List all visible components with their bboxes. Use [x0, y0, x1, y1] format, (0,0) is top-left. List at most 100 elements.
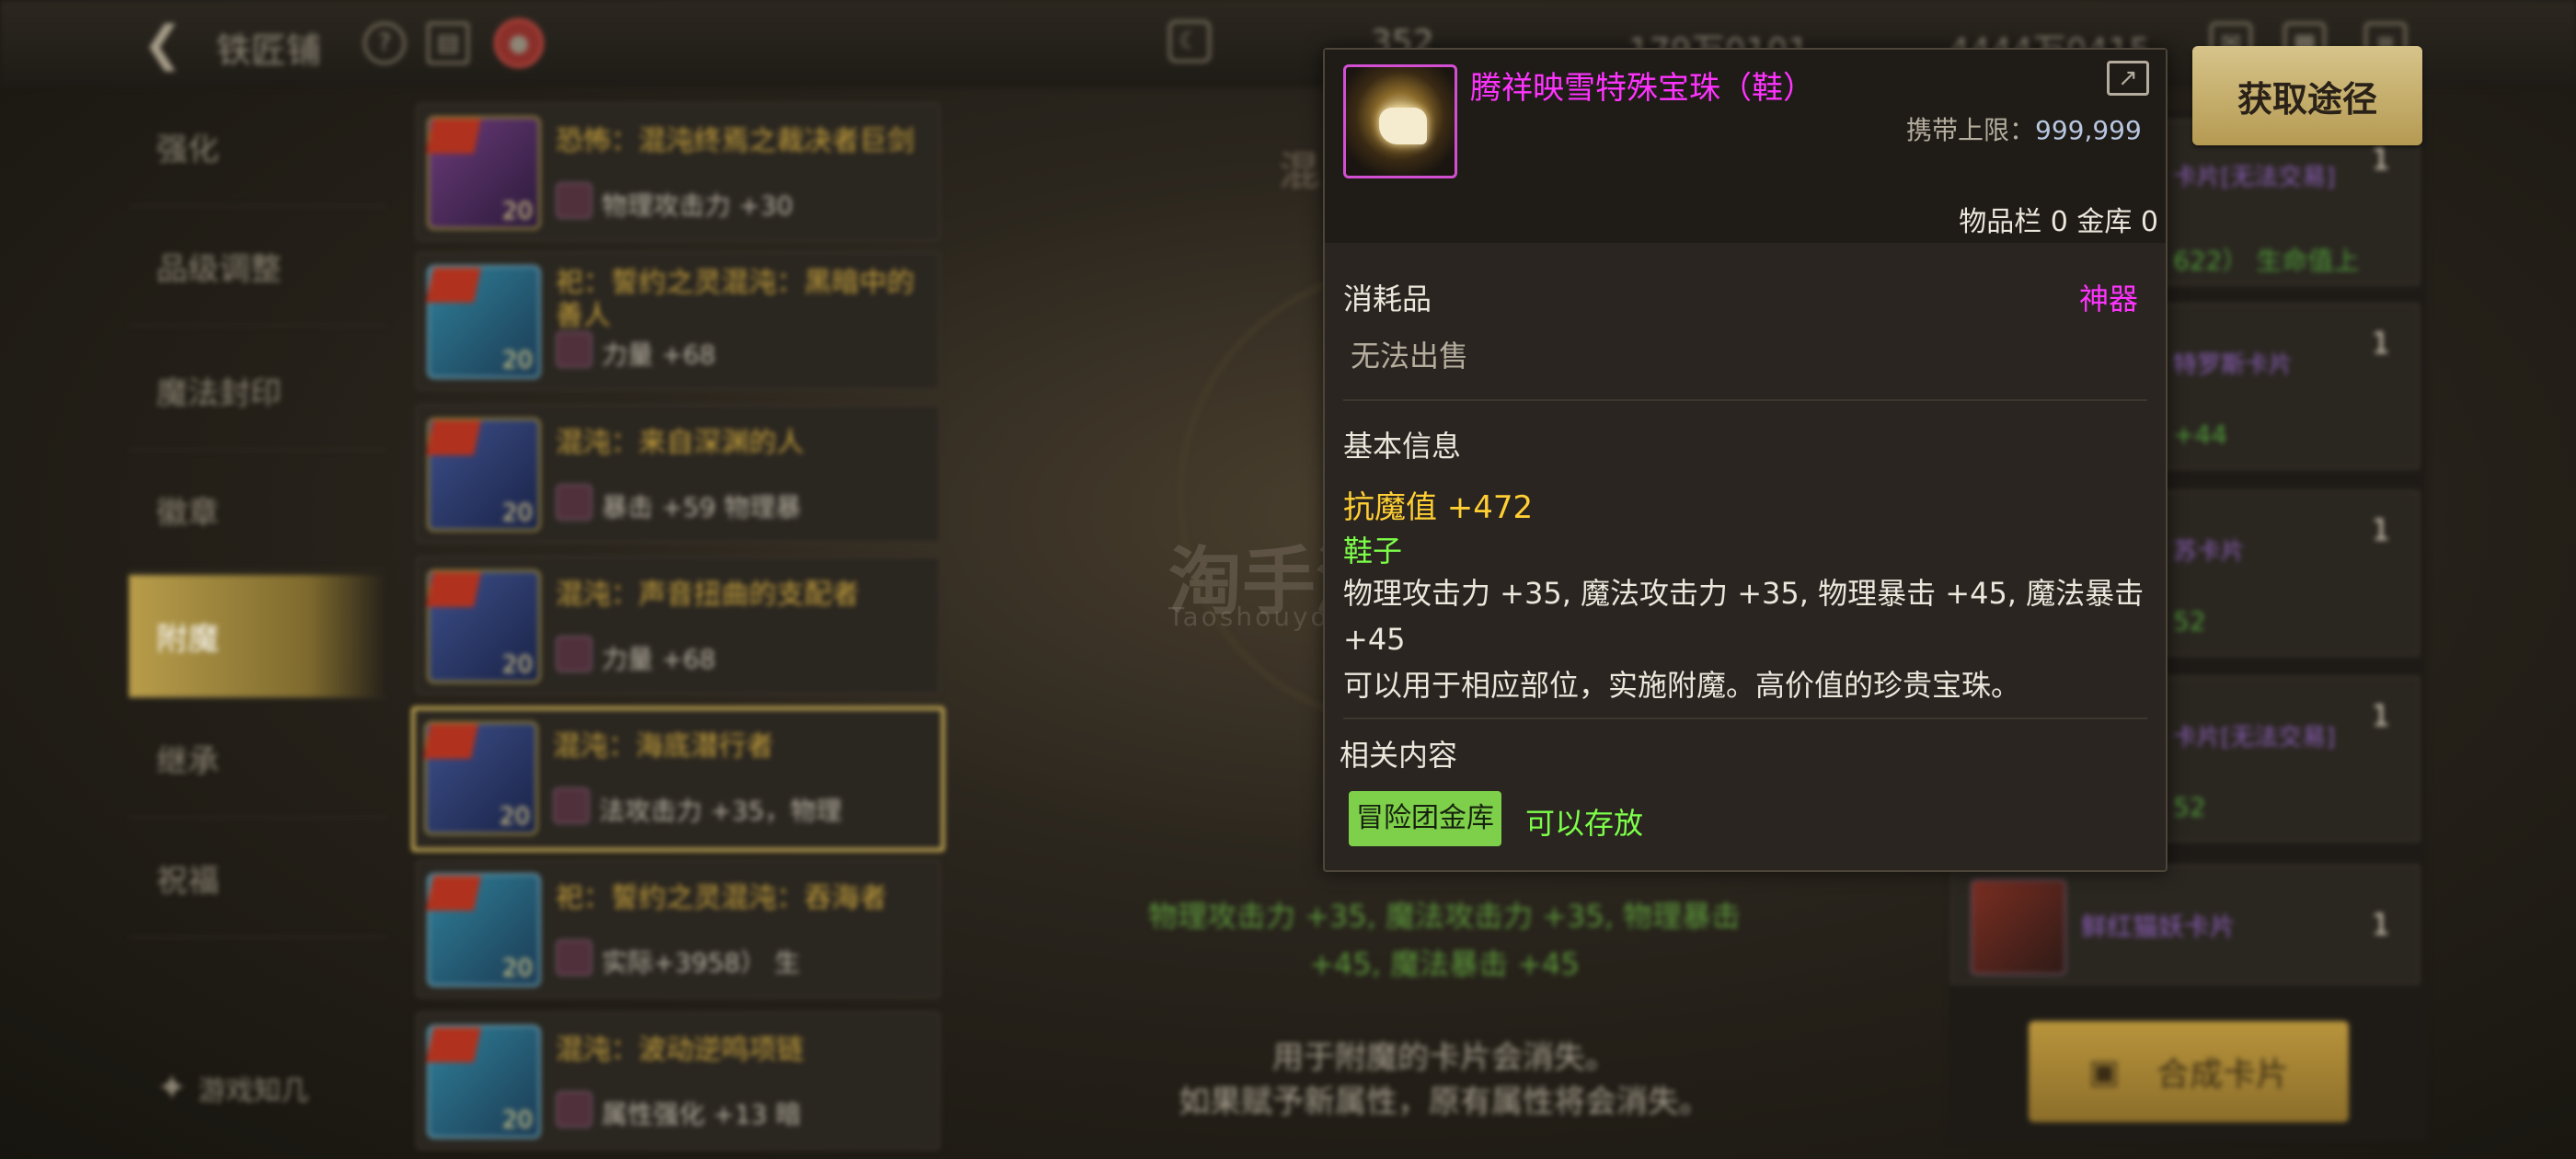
related-heading: 相关内容: [1340, 738, 1458, 773]
game-controller-icon: ✦: [156, 1067, 188, 1109]
card-thumbnail: 20: [425, 418, 541, 532]
list-item[interactable]: 20 混沌：波动逆鸣项链 属性强化 +13 暗: [416, 1012, 940, 1150]
list-item[interactable]: 20 祀：誓约之灵混沌：黑暗中的善人 力量 +68: [416, 252, 940, 390]
row-name: 特罗斯卡片: [2173, 351, 2294, 379]
book-icon[interactable]: ▤: [427, 22, 469, 64]
card-thumbnail: 20: [425, 873, 541, 987]
help-icon[interactable]: ?: [363, 22, 406, 64]
row-sub: 52: [2173, 792, 2206, 822]
stat-icon: [556, 484, 592, 521]
card-name: 混沌：海底潜行者: [553, 730, 774, 763]
card-stat: 物理攻击力 +30: [602, 190, 793, 221]
item-icon: [1343, 64, 1457, 178]
card-stat: 力量 +68: [602, 339, 716, 370]
nav-inherit[interactable]: 继承: [129, 699, 386, 819]
nav-label: 附魔: [156, 621, 219, 658]
game-screen: ❮ 铁匠铺 ? ▤ ● ☾ 352 179万0101 4444万0415 ✉ ▦…: [0, 0, 2576, 1159]
stat-icon: [556, 182, 592, 219]
stat-icon: [556, 636, 592, 672]
nav-emblem[interactable]: 徽章: [129, 451, 386, 570]
row-name: 苏卡片: [2173, 538, 2246, 566]
nav-label: 徽章: [156, 494, 219, 532]
nav-label: 魔法封印: [156, 374, 282, 412]
stat-icon: [556, 331, 592, 368]
item-name: 腾祥映雪特殊宝珠（鞋）: [1470, 70, 1814, 107]
row-name: 卡片[无法交易]: [2173, 164, 2336, 191]
row-count: 1: [2371, 907, 2390, 942]
page-title: 铁匠铺: [216, 30, 322, 71]
synthesize-label: 合成卡片: [2156, 1056, 2290, 1094]
nav-label: 强化: [156, 131, 219, 168]
row-count: 1: [2371, 326, 2390, 361]
guild-vault-tag[interactable]: 冒险团金库: [1349, 791, 1501, 846]
row-count: 1: [2371, 512, 2390, 547]
nav-enchant[interactable]: 附魔: [129, 575, 386, 699]
list-item[interactable]: 鲜红猫妖卡片 1: [1950, 865, 2420, 984]
row-name: 卡片[无法交易]: [2173, 724, 2336, 752]
nav-enhance[interactable]: 强化: [129, 87, 386, 207]
carry-limit-label: 携带上限：: [1906, 115, 2036, 145]
magic-resist-stat: 抗魔值 +472: [1343, 489, 1534, 526]
item-description: 可以用于相应部位，实施附魔。高价值的珍贵宝珠。: [1343, 668, 2021, 703]
card-thumbnail: 20: [425, 116, 541, 230]
item-rarity: 神器: [2078, 281, 2138, 316]
row-sub: +44: [2173, 419, 2228, 450]
event-icon[interactable]: ●: [494, 18, 544, 68]
tooltip-header: 腾祥映雪特殊宝珠（鞋） ↗ 携带上限：999,999 物品栏 0 金库 0: [1325, 50, 2166, 243]
card-name: 祀：誓约之灵混沌：黑暗中的善人: [556, 267, 914, 332]
card-name: 恐怖：混沌终焉之裁决者巨剑: [556, 125, 914, 157]
nav-footer[interactable]: ✦ 游戏知几: [156, 1067, 309, 1109]
row-sub: 52: [2173, 606, 2206, 637]
back-arrow-icon[interactable]: ❮: [143, 17, 183, 72]
sell-status: 无法出售: [1351, 339, 1469, 373]
get-source-button[interactable]: 获取途径: [2192, 46, 2422, 145]
center-note-2: 如果赋予新属性，原有属性将会消失。: [1179, 1084, 1710, 1120]
slot-type: 鞋子: [1343, 534, 1403, 568]
card-name: 祀：誓约之灵混沌：吞海者: [556, 882, 887, 914]
row-count: 1: [2371, 698, 2390, 733]
card-thumbnail: 20: [425, 265, 541, 379]
storable-note: 可以存放: [1525, 806, 1644, 841]
divider: [1343, 399, 2147, 401]
card-name: 混沌：来自深渊的人: [556, 427, 804, 459]
nav-grade[interactable]: 品级调整: [129, 207, 386, 327]
item-tooltip: 腾祥映雪特殊宝珠（鞋） ↗ 携带上限：999,999 物品栏 0 金库 0 消耗…: [1323, 48, 2168, 872]
card-stat: 力量 +68: [602, 644, 716, 674]
card-stat: 实际+3958） 生: [602, 947, 800, 978]
nav-label: 品级调整: [156, 250, 282, 288]
list-item[interactable]: 20 祀：誓约之灵混沌：吞海者 实际+3958） 生: [416, 860, 940, 998]
list-item[interactable]: 20 恐怖：混沌终焉之裁决者巨剑 物理攻击力 +30: [416, 103, 940, 241]
card-thumbnail: 20: [422, 721, 538, 835]
synthesize-card-button[interactable]: ▣ 合成卡片: [2029, 1021, 2349, 1122]
card-thumbnail: 20: [425, 1025, 541, 1139]
stat-icon: [556, 1091, 592, 1128]
boot-icon: [1379, 108, 1427, 144]
item-stats: 物理攻击力 +35, 魔法攻击力 +35, 物理暴击 +45, 魔法暴击 +45: [1343, 576, 2145, 657]
list-item[interactable]: 20 混沌：来自深渊的人 暴击 +59 物理暴: [416, 405, 940, 543]
center-note-1: 用于附魔的卡片会消失。: [1272, 1039, 1616, 1076]
card-stat: 暴击 +59 物理暴: [602, 492, 801, 522]
nav-label: 祝福: [156, 862, 219, 900]
storage-count: 物品栏 0 金库 0: [1959, 206, 2158, 238]
item-category: 消耗品: [1343, 281, 1432, 316]
nav-footer-label: 游戏知几: [198, 1075, 309, 1107]
crescent-icon: ☾: [1168, 20, 1211, 63]
row-count: 1: [2371, 142, 2390, 177]
list-item[interactable]: 20 混沌：声音扭曲的支配者 力量 +68: [416, 557, 940, 694]
basic-info-heading: 基本信息: [1343, 429, 1462, 464]
share-icon[interactable]: ↗: [2107, 61, 2149, 96]
stat-icon: [556, 939, 592, 976]
nav-bless[interactable]: 祝福: [129, 819, 386, 938]
card-stat: 属性强化 +13 暗: [602, 1099, 801, 1130]
card-thumbnail: 20: [425, 569, 541, 683]
card-thumbnail: [1971, 879, 2066, 975]
card-stat: 法攻击力 +35，物理: [599, 796, 842, 826]
row-sub: 622） 生命值上: [2173, 246, 2360, 276]
center-effect: 物理攻击力 +35, 魔法攻击力 +35, 物理暴击 +45, 魔法暴击 +45: [1147, 899, 1742, 981]
stat-icon: [553, 787, 590, 824]
row-name: 鲜红猫妖卡片: [2081, 912, 2237, 942]
carry-limit-value: 999,999: [2035, 115, 2142, 145]
list-item-selected[interactable]: 20 混沌：海底潜行者 法攻击力 +35，物理: [411, 706, 945, 852]
nav-label: 继承: [156, 742, 219, 780]
nav-seal[interactable]: 魔法封印: [129, 331, 386, 451]
